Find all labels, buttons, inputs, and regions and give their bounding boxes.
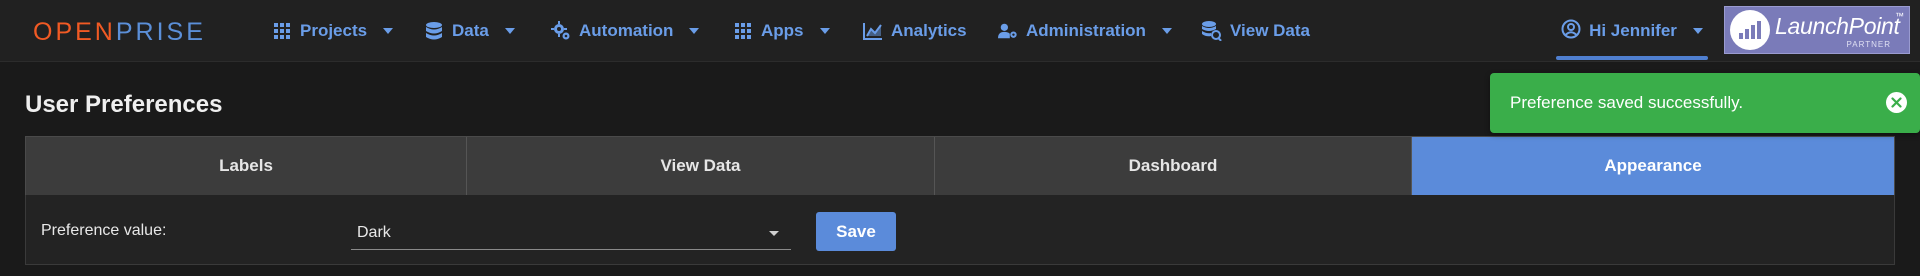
tab-label: Dashboard [1128, 156, 1218, 175]
tab-labels[interactable]: Labels [26, 137, 467, 195]
appearance-panel: Preference value: Dark Save [25, 195, 1895, 265]
chevron-down-icon [1692, 28, 1703, 34]
nav-view-data-label: View Data [1230, 21, 1311, 40]
openprise-logo[interactable]: OPENPRISE [33, 18, 206, 47]
logo-part-prise: PRISE [115, 18, 206, 46]
nav-analytics[interactable]: Analytics [863, 0, 967, 62]
nav-projects-label: Projects [300, 21, 368, 40]
tab-appearance[interactable]: Appearance [1412, 137, 1894, 195]
nav-administration-label: Administration [1026, 21, 1146, 40]
user-menu[interactable]: Hi Jennifer [1556, 0, 1708, 62]
launchpoint-partner-logo: LaunchPoint PARTNER ™ [1724, 6, 1910, 54]
preference-value-select[interactable]: Dark [351, 214, 791, 250]
partner-tag: PARTNER [1846, 40, 1891, 49]
preference-tabs: Labels View Data Dashboard Appearance [25, 136, 1895, 195]
chevron-down-icon [769, 231, 779, 236]
nav-data[interactable]: Data [424, 0, 515, 62]
user-circle-icon [1561, 19, 1581, 44]
chevron-down-icon [504, 28, 515, 34]
grid-icon [272, 21, 292, 41]
nav-data-label: Data [452, 21, 489, 40]
tab-label: Labels [219, 156, 273, 175]
chevron-down-icon [383, 28, 394, 34]
nav-apps-label: Apps [761, 21, 804, 40]
top-nav-bar: OPENPRISE Projects Data Automation Apps … [0, 0, 1920, 62]
user-greeting: Hi Jennifer [1589, 21, 1677, 40]
success-toast: Preference saved successfully. [1490, 73, 1920, 133]
nav-automation[interactable]: Automation [551, 0, 700, 62]
nav-projects[interactable]: Projects [272, 0, 394, 62]
tab-view-data[interactable]: View Data [467, 137, 935, 195]
active-underline [1556, 56, 1708, 60]
grid-icon [733, 21, 753, 41]
tab-dashboard[interactable]: Dashboard [935, 137, 1412, 195]
page-title: User Preferences [25, 91, 223, 118]
logo-part-open: OPEN [33, 18, 116, 46]
save-button[interactable]: Save [816, 212, 896, 251]
partner-trademark: ™ [1895, 11, 1904, 21]
nav-view-data[interactable]: View Data [1202, 0, 1310, 62]
toast-message: Preference saved successfully. [1510, 93, 1744, 112]
nav-analytics-label: Analytics [891, 21, 967, 40]
tab-label: View Data [660, 156, 741, 175]
close-icon[interactable] [1886, 92, 1907, 113]
nav-automation-label: Automation [579, 21, 674, 40]
database-icon [424, 21, 444, 41]
chevron-down-icon [819, 28, 830, 34]
gears-icon [551, 21, 571, 41]
database-search-icon [1202, 21, 1222, 41]
selected-value: Dark [357, 224, 391, 241]
nav-apps[interactable]: Apps [733, 0, 830, 62]
preference-value-label: Preference value: [41, 222, 167, 239]
chevron-down-icon [689, 28, 700, 34]
launchpoint-bars-icon [1730, 10, 1770, 50]
tab-label: Appearance [1604, 156, 1702, 175]
user-cog-icon [998, 21, 1018, 41]
chevron-down-icon [1161, 28, 1172, 34]
nav-administration[interactable]: Administration [998, 0, 1172, 62]
partner-name: LaunchPoint [1775, 12, 1900, 39]
chart-area-icon [863, 21, 883, 41]
